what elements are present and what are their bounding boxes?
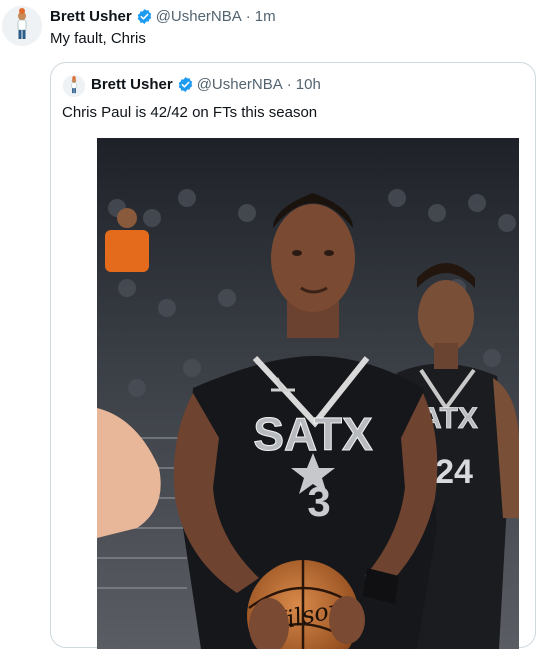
main-jersey-number: 3 — [307, 478, 330, 525]
tweet-text: My fault, Chris — [50, 30, 146, 47]
quoted-author-handle: @UsherNBA — [196, 76, 283, 93]
tweet-timestamp[interactable]: 1m — [255, 8, 276, 25]
author-handle[interactable]: @UsherNBA — [156, 8, 242, 25]
tweet-photo[interactable]: SATX 24 SATX 3 Wilson — [97, 138, 519, 649]
author-name[interactable]: Brett Usher — [50, 8, 132, 25]
verified-badge-icon — [136, 8, 153, 25]
separator-dot: · — [245, 8, 251, 25]
quoted-author-avatar — [63, 75, 85, 97]
quoted-tweet-header: Brett Usher @UsherNBA · 10h — [91, 76, 321, 93]
right-jersey-number: 24 — [435, 453, 473, 491]
verified-badge-icon — [177, 76, 194, 93]
quoted-author-name: Brett Usher — [91, 76, 173, 93]
quoted-tweet-text: Chris Paul is 42/42 on FTs this season — [62, 104, 318, 121]
tweet-header: Brett Usher @UsherNBA · 1m — [50, 8, 276, 25]
author-avatar[interactable] — [2, 6, 42, 46]
quoted-tweet-timestamp: 10h — [295, 76, 321, 93]
separator-dot: · — [286, 76, 292, 93]
main-jersey-wordmark: SATX — [253, 408, 373, 460]
quoted-tweet-card[interactable]: Brett Usher @UsherNBA · 10h Chris Paul i… — [50, 62, 536, 649]
